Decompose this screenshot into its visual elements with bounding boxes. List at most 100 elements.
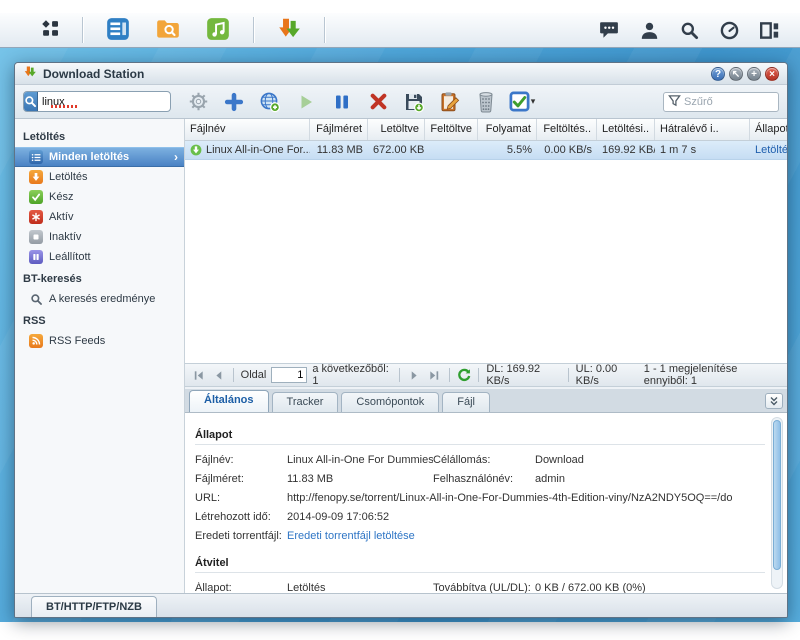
tab-file[interactable]: Fájl — [442, 392, 490, 412]
detail-row-created: Létrehozott idő: 2014-09-09 17:06:52 — [195, 507, 765, 526]
search-box[interactable]: × — [23, 91, 171, 112]
search-icon[interactable] — [678, 19, 700, 41]
sidebar-item-label: Kész — [49, 191, 73, 203]
separator — [233, 368, 234, 382]
detail-value: 2014-09-09 17:06:52 — [287, 511, 765, 523]
previous-page-button[interactable] — [211, 367, 226, 383]
detail-label: Állapot: — [195, 582, 287, 594]
add-url-button[interactable] — [255, 88, 285, 116]
help-button[interactable]: ? — [711, 67, 725, 81]
sidebar-item-completed[interactable]: Kész — [15, 187, 184, 207]
detail-value: 11.83 MB — [287, 473, 433, 485]
filter-box[interactable] — [663, 92, 779, 112]
sidebar-item-search-results[interactable]: A keresés eredménye — [15, 289, 184, 309]
taskbar-app-download-station[interactable] — [272, 16, 306, 44]
window-titlebar[interactable]: Download Station ? ↖ + × — [15, 63, 787, 85]
notifications-icon[interactable] — [598, 19, 620, 41]
range-label: 1 - 1 megjelenítése ennyiből: 1 — [644, 363, 783, 387]
table-row-selected[interactable]: Linux All-in-One For... 11.83 MB 672.00 … — [185, 141, 788, 160]
bottom-bar: BT/HTTP/FTP/NZB — [15, 593, 787, 617]
download-arrows-icon — [276, 16, 302, 45]
clear-completed-button[interactable] — [471, 88, 501, 116]
cell-downloaded: 672.00 KB — [368, 144, 425, 156]
sidebar-item-stopped[interactable]: Leállított — [15, 247, 184, 267]
select-mode-button[interactable]: ▾ — [507, 88, 537, 116]
taskbar-app-file-browser[interactable] — [151, 16, 185, 44]
detail-label: URL: — [195, 492, 287, 504]
pilot-view-icon[interactable] — [758, 19, 780, 41]
main-menu-button[interactable] — [28, 15, 72, 45]
detail-label: Fájlnév: — [195, 454, 287, 466]
refresh-icon[interactable] — [457, 367, 472, 383]
details-scrollbar[interactable] — [771, 417, 783, 589]
dl-speed-label: DL: 169.92 KB/s — [486, 363, 560, 387]
cell-status: Letöltés — [750, 144, 788, 156]
last-page-button[interactable] — [427, 367, 442, 383]
minimize-button[interactable]: ↖ — [729, 67, 743, 81]
chevron-right-icon: › — [174, 150, 178, 164]
window-controls: ? ↖ + × — [711, 67, 779, 81]
sidebar-item-label: Aktív — [49, 211, 73, 223]
separator — [568, 368, 569, 382]
detail-value: Linux All-in-One For Dummies, 4th — [287, 454, 433, 466]
taskbar-app-audio-station[interactable] — [201, 16, 235, 44]
main-menu-icon — [41, 19, 60, 41]
scrollbar-thumb[interactable] — [773, 420, 781, 570]
taskbar-app-file-station[interactable] — [101, 16, 135, 44]
settings-button[interactable] — [183, 88, 213, 116]
collapse-panel-button[interactable] — [765, 393, 783, 409]
detail-value: admin — [535, 473, 765, 485]
tab-peers[interactable]: Csomópontok — [341, 392, 439, 412]
edit-button[interactable] — [435, 88, 465, 116]
sidebar-item-active[interactable]: Aktív — [15, 207, 184, 227]
sidebar-item-inactive[interactable]: Inaktív — [15, 227, 184, 247]
search-icon — [24, 92, 38, 111]
column-header-filename[interactable]: Fájlnév — [185, 119, 310, 140]
cell-filesize: 11.83 MB — [310, 144, 368, 156]
sidebar-item-rss-feeds[interactable]: RSS Feeds — [15, 331, 184, 351]
resume-button[interactable] — [291, 88, 321, 116]
column-header-filesize[interactable]: Fájlméret — [310, 119, 368, 140]
music-note-icon — [205, 16, 231, 45]
table-header: Fájlnév Fájlméret Letöltve Feltöltve Fol… — [185, 119, 788, 141]
cell-upload-speed: 0.00 KB/s — [537, 144, 597, 156]
detail-value: 0 KB / 672.00 KB (0%) — [535, 582, 765, 594]
taskbar-separator — [253, 17, 254, 43]
separator — [449, 368, 450, 382]
resource-monitor-icon[interactable] — [718, 19, 740, 41]
close-button[interactable]: × — [765, 67, 779, 81]
column-header-uploaded[interactable]: Feltöltve — [425, 119, 478, 140]
save-button[interactable] — [399, 88, 429, 116]
user-icon[interactable] — [638, 19, 660, 41]
filter-input[interactable] — [684, 96, 774, 108]
spellcheck-underline — [51, 105, 79, 108]
pause-button[interactable] — [327, 88, 357, 116]
chevron-down-icon: ▾ — [531, 96, 536, 107]
detail-label: Eredeti torrentfájl: — [195, 530, 287, 542]
service-tab-bt-http-ftp-nzb[interactable]: BT/HTTP/FTP/NZB — [31, 596, 157, 617]
column-header-downloaded[interactable]: Letöltve — [368, 119, 425, 140]
sidebar-item-downloading[interactable]: Letöltés — [15, 167, 184, 187]
desktop-screen: Download Station ? ↖ + × × — [0, 0, 800, 640]
maximize-button[interactable]: + — [747, 67, 761, 81]
rss-icon — [29, 334, 43, 348]
column-header-time-remaining[interactable]: Hátralévő i.. — [655, 119, 750, 140]
first-page-button[interactable] — [191, 367, 206, 383]
detail-label: Létrehozott idő: — [195, 511, 287, 523]
column-header-upload-speed[interactable]: Feltöltés.. — [537, 119, 597, 140]
column-header-download-speed[interactable]: Letöltési.. — [597, 119, 655, 140]
sidebar-item-all-downloads[interactable]: Minden letöltés › — [15, 147, 184, 167]
column-header-progress[interactable]: Folyamat — [478, 119, 537, 140]
detail-value: Download — [535, 454, 765, 466]
next-page-button[interactable] — [407, 367, 422, 383]
cell-filename: Linux All-in-One For... — [206, 144, 310, 156]
add-download-button[interactable] — [219, 88, 249, 116]
tab-general[interactable]: Általános — [189, 390, 269, 412]
tab-tracker[interactable]: Tracker — [272, 392, 339, 412]
column-header-status[interactable]: Állapot — [750, 119, 788, 140]
sidebar-item-label: Minden letöltés — [49, 151, 129, 163]
download-station-icon — [23, 65, 37, 82]
download-torrent-link[interactable]: Eredeti torrentfájl letöltése — [287, 530, 765, 542]
delete-button[interactable] — [363, 88, 393, 116]
page-number-input[interactable] — [271, 367, 307, 383]
